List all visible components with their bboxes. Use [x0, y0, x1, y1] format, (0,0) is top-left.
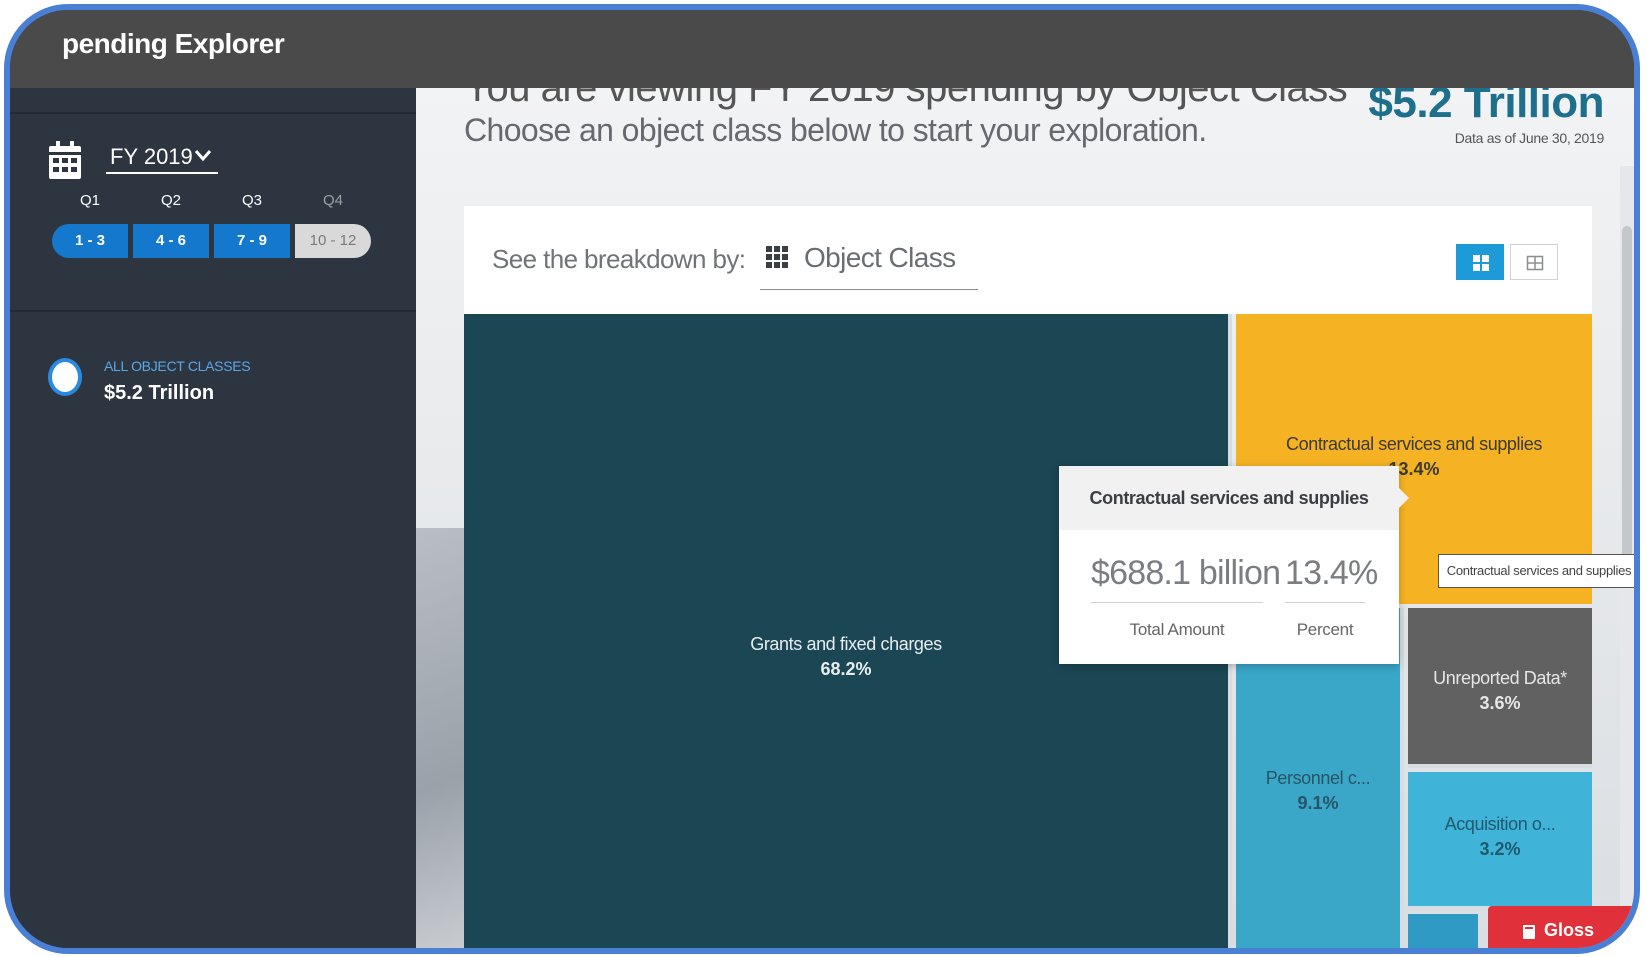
total-amount: $5.2 Trillion [1368, 88, 1604, 127]
tooltip-amount: $688.1 billion [1091, 554, 1281, 592]
breakdown-value: Object Class [804, 242, 956, 273]
top-bar: pending Explorer [10, 10, 1634, 88]
chevron-down-icon [194, 150, 212, 162]
cell-name: Contractual services and supplies [1286, 434, 1542, 454]
tooltip-amount-label: Total Amount [1129, 620, 1225, 639]
breakdown-label: See the breakdown by: [492, 244, 746, 274]
cell-percent: 3.6% [1479, 693, 1521, 713]
calendar-icon [49, 141, 81, 179]
quarter-header: Q2 [160, 192, 181, 209]
quarter-button-q1[interactable]: 1 - 3 [52, 224, 128, 258]
app-window: pending Explorer FY 2019 Q1 Q2 Q3 Q4 1 -… [4, 4, 1640, 954]
book-icon [1523, 925, 1535, 939]
quarter-picker: 1 - 3 4 - 6 7 - 9 10 - 12 [52, 224, 372, 258]
page-headline: You are viewing FY 2019 spending by Obje… [464, 88, 1348, 110]
cell-percent: 9.1% [1297, 793, 1339, 813]
treemap-tooltip: Contractual services and supplies $688.1… [1059, 466, 1409, 664]
hover-label: Contractual services and supplies [1438, 554, 1634, 588]
glossary-button[interactable]: Gloss [1488, 906, 1634, 948]
treemap-view-button[interactable] [1456, 244, 1504, 280]
treemap-icon [1473, 255, 1489, 271]
filter-label: ALL OBJECT CLASSES [104, 358, 251, 374]
quarter-header: Q4 [322, 192, 343, 209]
app-title: pending Explorer [62, 28, 285, 59]
quarter-header: Q3 [241, 192, 262, 209]
fiscal-year-select[interactable]: FY 2019 [106, 142, 218, 174]
data-as-of: Data as of June 30, 2019 [1454, 130, 1605, 146]
table-icon [1526, 255, 1544, 271]
tooltip-percent: 13.4% [1285, 554, 1378, 592]
cell-name: Personnel c... [1265, 768, 1371, 788]
quarter-button-q3[interactable]: 7 - 9 [214, 224, 290, 258]
page-subheading: Choose an object class below to start yo… [464, 112, 1207, 148]
fiscal-year-value: FY 2019 [110, 144, 193, 169]
tooltip-percent-label: Percent [1296, 620, 1354, 639]
divider [1091, 602, 1263, 603]
cell-name: Acquisition o... [1444, 814, 1556, 834]
table-view-button[interactable] [1510, 244, 1558, 280]
cell-percent: 3.2% [1479, 839, 1521, 859]
divider [1285, 602, 1365, 603]
glossary-label: Gloss [1544, 920, 1595, 940]
treemap-cell-acquisition[interactable]: Acquisition o... 3.2% [1408, 772, 1592, 910]
cell-name: Unreported Data* [1433, 668, 1567, 688]
treemap-cell-small[interactable] [1408, 914, 1478, 948]
divider [10, 112, 416, 114]
object-class-treemap: Grants and fixed charges 68.2% Contractu… [464, 314, 1592, 948]
quarter-headers: Q1 Q2 Q3 Q4 [52, 192, 372, 212]
filter-value: $5.2 Trillion [104, 382, 215, 404]
quarter-button-q4[interactable]: 10 - 12 [295, 224, 371, 258]
scrollbar-thumb[interactable] [1622, 226, 1632, 586]
quarter-header: Q1 [79, 192, 100, 209]
sidebar: FY 2019 Q1 Q2 Q3 Q4 1 - 3 4 - 6 7 - 9 10… [10, 88, 416, 948]
filter-all-object-classes[interactable]: ALL OBJECT CLASSES $5.2 Trillion [48, 358, 348, 418]
radio-icon[interactable] [48, 358, 82, 396]
divider [10, 310, 416, 312]
breakdown-select[interactable]: Object Class [760, 228, 978, 290]
treemap-cell-unreported[interactable]: Unreported Data* 3.6% [1408, 608, 1592, 768]
breakdown-toolbar: See the breakdown by: Object Class [464, 206, 1592, 314]
tooltip-title: Contractual services and supplies [1059, 466, 1399, 530]
quarter-button-q2[interactable]: 4 - 6 [133, 224, 209, 258]
grid-icon [766, 246, 788, 268]
main-content: You are viewing FY 2019 spending by Obje… [416, 88, 1634, 948]
